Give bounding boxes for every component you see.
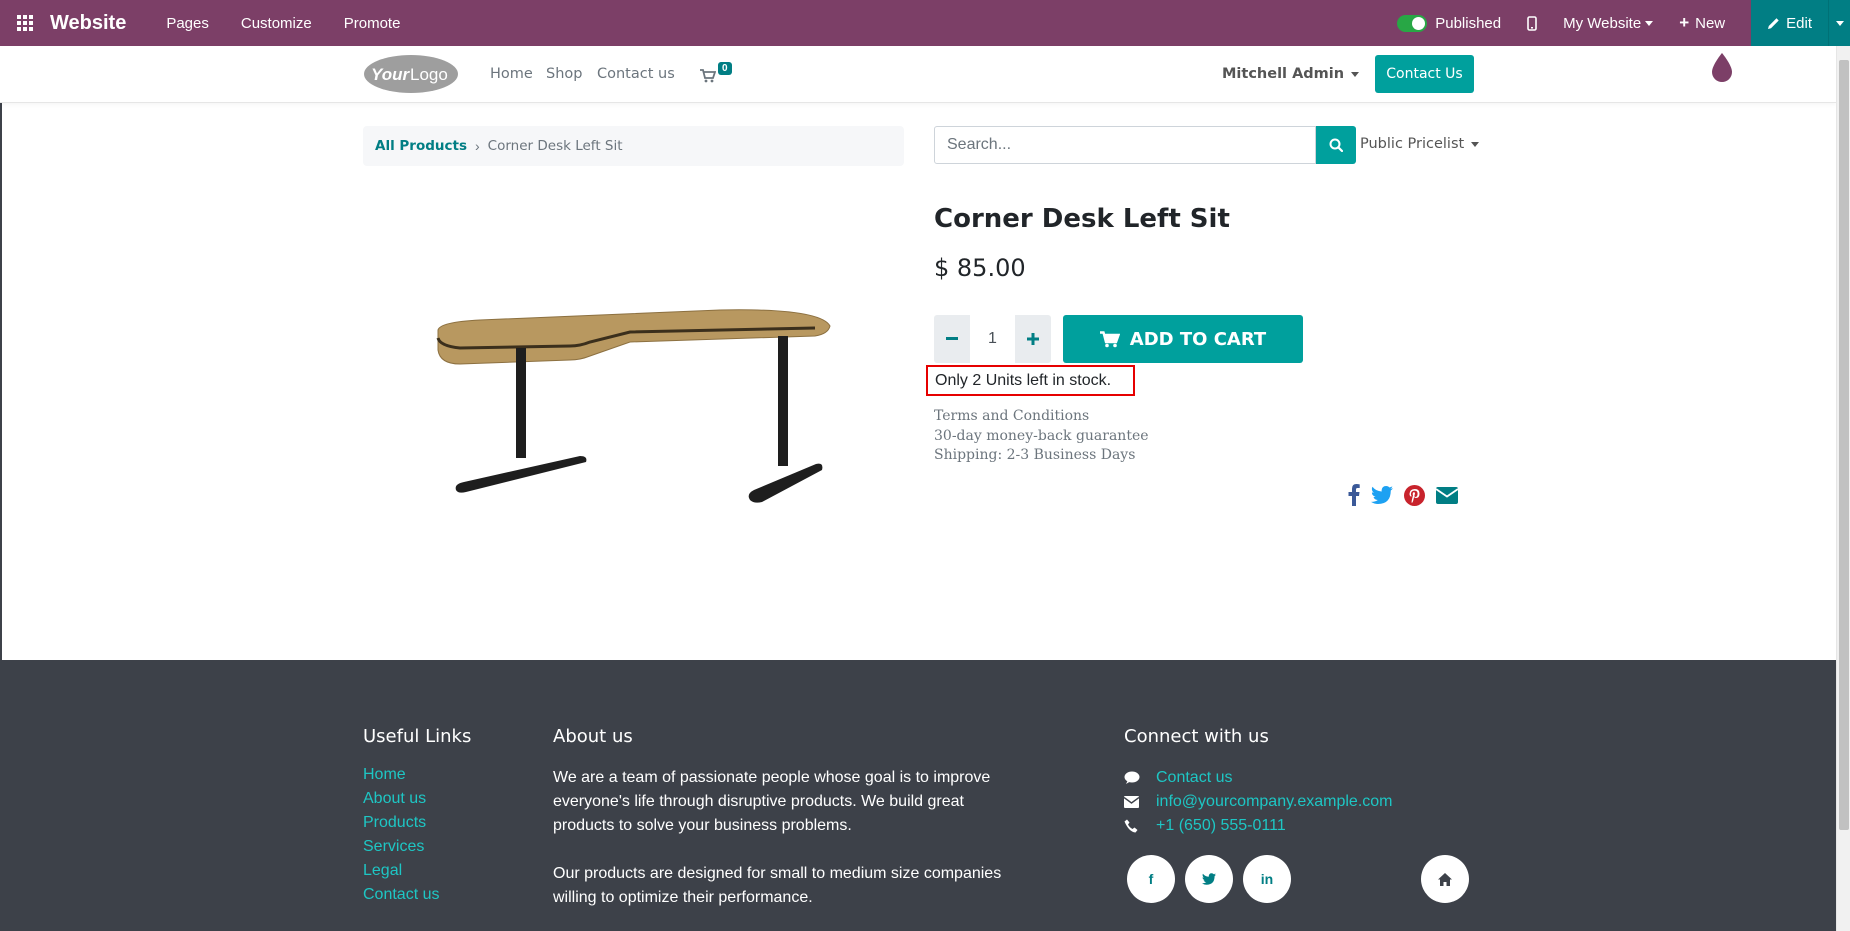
pricelist-label: Public Pricelist (1360, 136, 1465, 152)
comment-icon (1124, 771, 1156, 785)
left-edge (0, 46, 2, 660)
twitter-icon[interactable] (1371, 486, 1393, 504)
footer-phone-link[interactable]: +1 (650) 555-0111 (1156, 817, 1286, 835)
cart-icon (700, 69, 716, 83)
new-label: New (1695, 14, 1726, 32)
stock-availability-message: Only 2 Units left in stock. (926, 365, 1135, 396)
mobile-preview-icon[interactable] (1527, 15, 1537, 31)
svg-text:Your: Your (371, 65, 410, 84)
chevron-right-icon: › (475, 138, 480, 154)
breadcrumb-current: Corner Desk Left Sit (487, 138, 623, 154)
footer-email-link[interactable]: info@yourcompany.example.com (1156, 793, 1393, 811)
footer-useful-links: Home About us Products Services Legal Co… (363, 766, 439, 910)
product-price: $ 85.00 (934, 254, 1026, 282)
cart-icon (1099, 330, 1120, 347)
apps-menu-icon[interactable] (0, 0, 50, 46)
linkedin-glyph: in (1260, 871, 1274, 887)
user-name: Mitchell Admin (1222, 66, 1345, 82)
pencil-icon (1768, 17, 1779, 29)
product-terms: Terms and Conditions 30-day money-back g… (934, 407, 1149, 466)
footer-link-products[interactable]: Products (363, 814, 439, 838)
app-brand[interactable]: Website (50, 12, 126, 35)
site-logo[interactable]: Your Logo (363, 54, 459, 94)
website-label: My Website (1563, 14, 1642, 32)
website-switcher[interactable]: My Website (1563, 14, 1654, 32)
published-label: Published (1435, 14, 1502, 32)
footer-about-title: About us (553, 726, 633, 747)
new-content-button[interactable]: + New (1679, 13, 1725, 33)
share-links (1348, 484, 1469, 506)
about-paragraph-2: Our products are designed for small to m… (553, 865, 1002, 906)
chevron-down-icon (1645, 20, 1654, 26)
toggle-switch[interactable] (1397, 14, 1428, 32)
breadcrumb: All Products › Corner Desk Left Sit (363, 126, 904, 166)
site-footer: Useful Links Home About us Products Serv… (0, 660, 1836, 931)
cart-button[interactable]: 0 (700, 62, 736, 86)
footer-connect-title: Connect with us (1124, 726, 1269, 747)
quantity-input[interactable]: 1 (970, 315, 1015, 363)
product-image (420, 290, 840, 510)
footer-home-icon[interactable] (1421, 855, 1469, 903)
menu-pages[interactable]: Pages (166, 15, 209, 32)
add-to-cart-label: ADD TO CART (1129, 328, 1267, 350)
footer-twitter-icon[interactable] (1185, 855, 1233, 903)
footer-about-text: We are a team of passionate people whose… (553, 766, 1013, 910)
pinterest-icon[interactable] (1404, 484, 1425, 506)
search-icon (1329, 138, 1343, 152)
contact-us-button[interactable]: Contact Us (1375, 55, 1474, 93)
footer-link-contact-us[interactable]: Contact us (363, 886, 439, 910)
quantity-decrease-button[interactable] (934, 315, 970, 363)
page-scrollbar[interactable] (1836, 46, 1850, 931)
nav-contact-us[interactable]: Contact us (597, 66, 675, 82)
guarantee-text: 30-day money-back guarantee (934, 427, 1149, 444)
menu-promote[interactable]: Promote (344, 15, 401, 32)
breadcrumb-all-products[interactable]: All Products (375, 138, 467, 154)
footer-contact-link[interactable]: Contact us (1156, 769, 1232, 787)
about-paragraph-1: We are a team of passionate people whose… (553, 769, 991, 834)
cart-count-badge: 0 (718, 62, 732, 75)
nav-home[interactable]: Home (490, 66, 533, 82)
terms-link[interactable]: Terms and Conditions (934, 407, 1149, 427)
search-button[interactable] (1316, 126, 1356, 164)
theme-drop-icon[interactable] (1710, 51, 1734, 83)
plus-icon: + (1679, 13, 1690, 32)
chevron-down-icon (1835, 20, 1844, 26)
scrollbar-thumb[interactable] (1839, 60, 1849, 830)
edit-button[interactable]: Edit (1751, 0, 1828, 46)
search-input[interactable] (934, 126, 1316, 164)
quantity-increase-button[interactable] (1015, 315, 1051, 363)
edit-label: Edit (1786, 14, 1812, 32)
admin-navbar: Website Pages Customize Promote Publishe… (0, 0, 1850, 46)
chevron-down-icon (1471, 141, 1480, 147)
envelope-icon (1124, 796, 1156, 808)
footer-link-services[interactable]: Services (363, 838, 439, 862)
published-toggle[interactable]: Published (1397, 14, 1502, 32)
facebook-icon[interactable] (1348, 484, 1360, 506)
footer-link-home[interactable]: Home (363, 766, 439, 790)
svg-text:Logo: Logo (410, 65, 448, 84)
nav-shop[interactable]: Shop (546, 66, 582, 82)
chevron-down-icon (1351, 71, 1360, 77)
footer-linkedin-icon[interactable]: in (1243, 855, 1291, 903)
quantity-stepper: 1 (934, 315, 1051, 363)
footer-contact-info: Contact us info@yourcompany.example.com … (1124, 766, 1393, 838)
footer-link-legal[interactable]: Legal (363, 862, 439, 886)
product-title: Corner Desk Left Sit (934, 204, 1230, 234)
site-header: Your Logo Home Shop Contact us 0 Mitchel… (0, 46, 1836, 103)
footer-link-about-us[interactable]: About us (363, 790, 439, 814)
edit-dropdown-toggle[interactable] (1828, 0, 1850, 46)
footer-facebook-icon[interactable]: f (1127, 855, 1175, 903)
phone-icon (1124, 819, 1156, 833)
facebook-glyph: f (1148, 871, 1154, 887)
user-menu[interactable]: Mitchell Admin (1222, 66, 1360, 82)
pricelist-dropdown[interactable]: Public Pricelist (1360, 136, 1480, 152)
email-icon[interactable] (1436, 486, 1458, 504)
menu-customize[interactable]: Customize (241, 15, 312, 32)
footer-useful-links-title: Useful Links (363, 726, 472, 747)
minus-icon (946, 337, 958, 340)
shipping-text: Shipping: 2-3 Business Days (934, 447, 1136, 463)
plus-icon (1027, 333, 1039, 345)
add-to-cart-button[interactable]: ADD TO CART (1063, 315, 1303, 363)
